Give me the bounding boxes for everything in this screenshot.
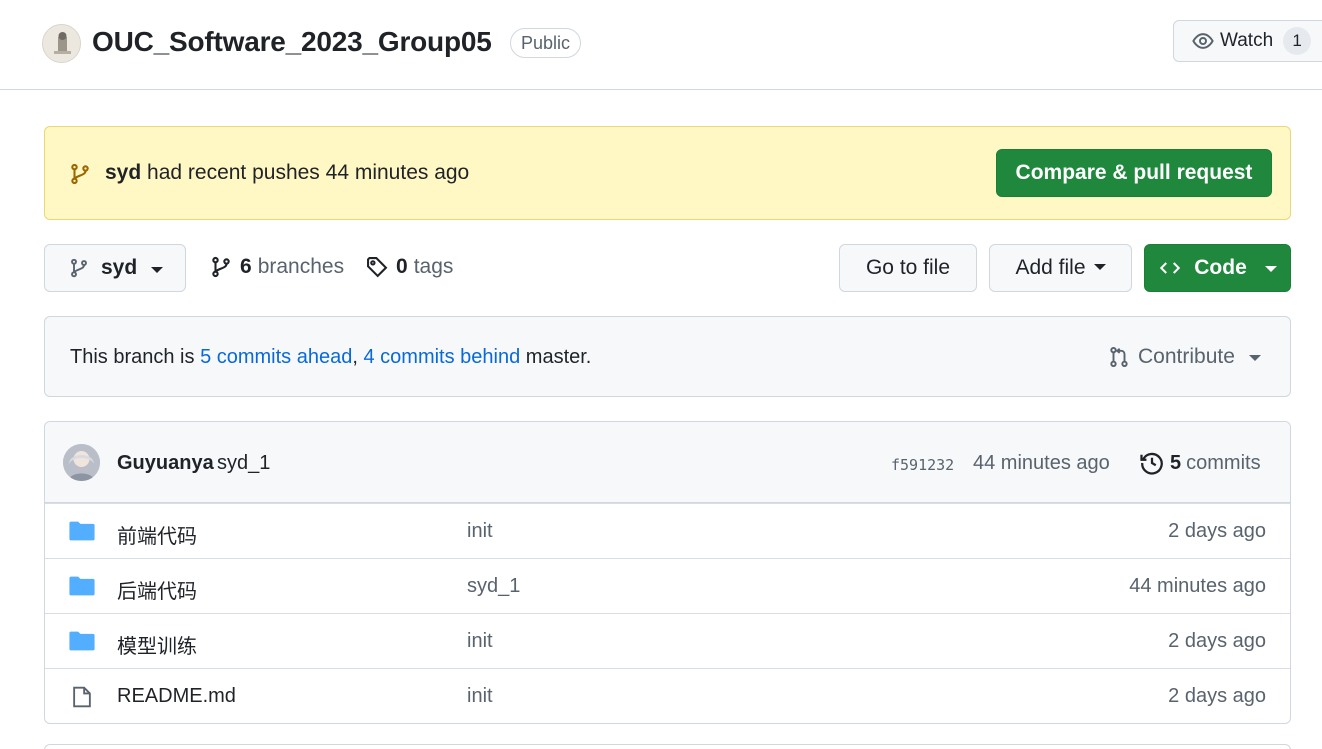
git-branch-icon: [210, 255, 232, 279]
folder-icon: [69, 630, 95, 652]
tags-count: 0: [396, 255, 408, 278]
commits-label: commits: [1186, 451, 1261, 474]
commit-sha[interactable]: f591232: [891, 456, 954, 474]
file-icon: [72, 685, 92, 709]
code-icon: [1158, 258, 1182, 278]
owner-avatar[interactable]: [42, 24, 81, 63]
file-browser: Guyuanya syd_1 f591232 44 minutes ago 5 …: [44, 421, 1291, 724]
file-row[interactable]: 前端代码 init 2 days ago: [45, 503, 1290, 558]
contribute-label: Contribute: [1138, 345, 1235, 368]
status-prefix: This branch is: [70, 346, 201, 368]
go-to-file-button[interactable]: Go to file: [839, 244, 977, 292]
file-age: 2 days ago: [1168, 520, 1266, 542]
push-user[interactable]: syd: [105, 161, 141, 184]
file-row[interactable]: README.md init 2 days ago: [45, 668, 1290, 723]
code-button[interactable]: Code: [1144, 244, 1291, 292]
status-separator: ,: [352, 346, 364, 368]
contribute-dropdown[interactable]: Contribute: [1108, 345, 1261, 369]
recent-push-banner: syd had recent pushes 44 minutes ago Com…: [44, 126, 1291, 220]
chevron-down-icon: [151, 266, 164, 273]
code-label: Code: [1194, 256, 1247, 279]
status-suffix: master.: [520, 346, 592, 368]
branch-selector[interactable]: syd: [44, 244, 186, 292]
branches-label: branches: [257, 255, 345, 278]
file-name[interactable]: README.md: [117, 685, 236, 708]
commit-time: 44 minutes ago: [973, 452, 1110, 474]
file-row[interactable]: 模型训练 init 2 days ago: [45, 613, 1290, 668]
branch-status-box: This branch is 5 commits ahead, 4 commit…: [44, 316, 1291, 397]
git-branch-icon: [69, 257, 89, 279]
commit-message[interactable]: syd_1: [217, 452, 270, 475]
committer-avatar[interactable]: [63, 444, 100, 481]
push-message: syd had recent pushes 44 minutes ago: [105, 161, 469, 185]
latest-commit-bar: Guyuanya syd_1 f591232 44 minutes ago 5 …: [45, 422, 1290, 503]
watch-label: Watch: [1220, 30, 1274, 51]
commit-history-link[interactable]: 5 commits: [1140, 451, 1261, 475]
watch-button[interactable]: Watch 1: [1173, 20, 1322, 62]
file-age: 44 minutes ago: [1129, 575, 1266, 597]
file-commit-message[interactable]: init: [467, 520, 493, 543]
add-file-button[interactable]: Add file: [989, 244, 1132, 292]
commits-count: 5: [1170, 451, 1182, 474]
repo-name[interactable]: OUC_Software_2023_Group05: [92, 26, 492, 58]
commits-ahead-link[interactable]: 5 commits ahead: [200, 346, 352, 368]
branch-status-text: This branch is 5 commits ahead, 4 commit…: [70, 346, 591, 369]
repo-header: OUC_Software_2023_Group05 Public Watch 1: [0, 0, 1322, 90]
push-text: had recent pushes 44 minutes ago: [141, 161, 470, 184]
add-file-label: Add file: [1015, 256, 1086, 279]
watch-count: 1: [1283, 27, 1312, 55]
visibility-badge: Public: [510, 28, 582, 58]
file-name[interactable]: 前端代码: [117, 520, 197, 549]
eye-icon: [1192, 30, 1214, 52]
file-age: 2 days ago: [1168, 630, 1266, 652]
tags-link[interactable]: 0 tags: [366, 255, 453, 279]
tag-icon: [366, 256, 388, 278]
branches-link[interactable]: 6 branches: [210, 255, 344, 279]
file-row[interactable]: 后端代码 syd_1 44 minutes ago: [45, 558, 1290, 613]
readme-box: [44, 744, 1291, 749]
folder-icon: [69, 575, 95, 597]
history-icon: [1140, 451, 1164, 475]
file-commit-message[interactable]: init: [467, 685, 493, 708]
chevron-down-icon: [1093, 264, 1106, 270]
compare-pull-request-button[interactable]: Compare & pull request: [996, 149, 1272, 197]
folder-icon: [69, 520, 95, 542]
file-age: 2 days ago: [1168, 685, 1266, 707]
file-name[interactable]: 后端代码: [117, 575, 197, 604]
current-branch: syd: [101, 256, 138, 279]
git-pull-request-icon: [1108, 345, 1130, 369]
file-name[interactable]: 模型训练: [117, 630, 197, 659]
file-commit-message[interactable]: init: [467, 630, 493, 653]
chevron-down-icon: [1264, 266, 1277, 272]
commits-behind-link[interactable]: 4 commits behind: [363, 346, 520, 368]
tags-label: tags: [413, 255, 454, 278]
commit-author[interactable]: Guyuanya: [117, 452, 214, 475]
chevron-down-icon: [1248, 355, 1261, 361]
file-commit-message[interactable]: syd_1: [467, 575, 520, 598]
git-branch-icon: [69, 162, 91, 186]
branches-count: 6: [240, 255, 252, 278]
